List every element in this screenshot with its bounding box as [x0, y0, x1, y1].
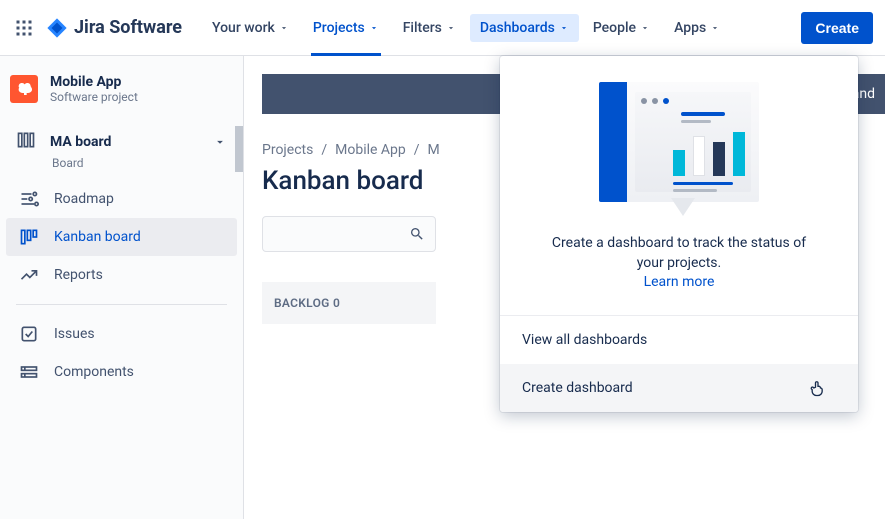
scrollbar-thumb[interactable]	[235, 126, 243, 172]
components-icon	[18, 362, 40, 382]
app-switcher-icon[interactable]	[12, 16, 36, 40]
chevron-down-icon	[213, 135, 227, 149]
jira-logo[interactable]: Jira Software	[46, 17, 182, 39]
board-icon	[16, 130, 36, 154]
nav-filters[interactable]: Filters	[393, 14, 466, 42]
chevron-down-icon	[559, 23, 569, 33]
cursor-hand-icon	[808, 377, 828, 399]
dropdown-create-dashboard[interactable]: Create dashboard	[500, 364, 858, 412]
chevron-down-icon	[640, 23, 650, 33]
nav-people-label: People	[593, 20, 636, 36]
kanban-icon	[18, 227, 40, 247]
chevron-down-icon	[710, 23, 720, 33]
column-name: BACKLOG	[274, 296, 330, 310]
project-name: Mobile App	[50, 74, 138, 90]
project-avatar-icon	[10, 75, 38, 103]
nav-projects[interactable]: Projects	[303, 14, 389, 42]
dropdown-hero: Create a dashboard to track the status o…	[500, 56, 858, 315]
nav-apps-label: Apps	[674, 20, 706, 36]
sidebar-board-group[interactable]: MA board	[6, 122, 237, 156]
nav-filters-label: Filters	[403, 20, 442, 36]
sidebar-item-label: Kanban board	[54, 229, 141, 245]
chevron-down-icon	[279, 23, 289, 33]
nav-apps[interactable]: Apps	[664, 14, 730, 42]
reports-icon	[18, 265, 40, 285]
search-icon	[409, 226, 425, 242]
dashboards-dropdown: Create a dashboard to track the status o…	[500, 56, 858, 412]
sidebar-item-components[interactable]: Components	[6, 353, 237, 391]
column-count: 0	[333, 296, 340, 310]
nav-your-work-label: Your work	[212, 20, 275, 36]
top-nav: Jira Software Your work Projects Filters…	[0, 0, 885, 56]
nav-people[interactable]: People	[583, 14, 660, 42]
sidebar-item-label: Issues	[54, 326, 95, 342]
dropdown-item-label: View all dashboards	[522, 332, 647, 348]
project-type: Software project	[50, 90, 138, 104]
sidebar-item-reports[interactable]: Reports	[6, 256, 237, 294]
breadcrumb-separator: /	[321, 142, 327, 158]
sidebar-item-label: Components	[54, 364, 134, 380]
dashboard-illustration	[599, 82, 759, 222]
roadmap-icon	[18, 189, 40, 209]
sidebar-item-roadmap[interactable]: Roadmap	[6, 180, 237, 218]
nav-dashboards[interactable]: Dashboards	[470, 14, 579, 42]
nav-dashboards-label: Dashboards	[480, 20, 555, 36]
project-header[interactable]: Mobile App Software project	[0, 74, 243, 122]
sidebar-item-label: Roadmap	[54, 191, 114, 207]
chevron-down-icon	[369, 23, 379, 33]
sidebar-divider	[16, 304, 227, 305]
breadcrumb-current[interactable]: M	[428, 142, 440, 158]
nav-projects-label: Projects	[313, 20, 365, 36]
dropdown-item-label: Create dashboard	[522, 380, 633, 396]
learn-more-link[interactable]: Learn more	[644, 274, 715, 290]
breadcrumb-project[interactable]: Mobile App	[335, 142, 406, 158]
board-group-title: MA board	[50, 134, 199, 150]
chevron-down-icon	[446, 23, 456, 33]
board-group-sub: Board	[6, 156, 237, 180]
dropdown-description: Create a dashboard to track the status o…	[552, 234, 806, 293]
column-header-backlog: BACKLOG 0	[262, 282, 436, 324]
sidebar-item-issues[interactable]: Issues	[6, 315, 237, 353]
issues-icon	[18, 324, 40, 344]
sidebar-item-label: Reports	[54, 267, 103, 283]
breadcrumb-projects[interactable]: Projects	[262, 142, 313, 158]
board-search-input[interactable]	[262, 216, 436, 252]
breadcrumb-separator: /	[414, 142, 420, 158]
brand-text: Jira Software	[74, 17, 182, 38]
sidebar-scrollbar[interactable]	[233, 126, 243, 519]
sidebar-item-kanban[interactable]: Kanban board	[6, 218, 237, 256]
dropdown-view-all-dashboards[interactable]: View all dashboards	[500, 316, 858, 364]
nav-your-work[interactable]: Your work	[202, 14, 299, 42]
create-button[interactable]: Create	[801, 12, 873, 44]
sidebar: Mobile App Software project MA board Boa…	[0, 56, 244, 519]
